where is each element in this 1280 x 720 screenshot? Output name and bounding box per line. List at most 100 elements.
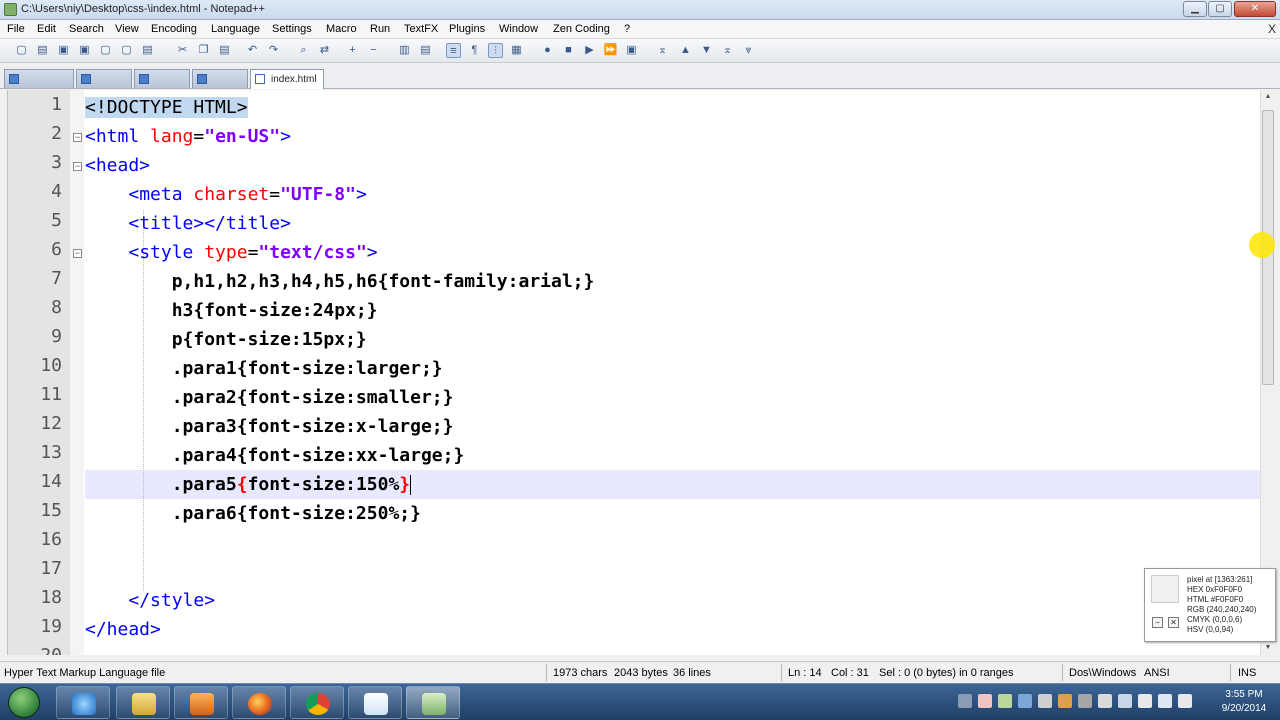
action-center-icon[interactable] [1118,694,1132,708]
volume-icon[interactable] [1178,694,1192,708]
menu-search[interactable]: Search [69,23,104,35]
menu-window[interactable]: Window [499,23,538,35]
textfx-icon-3[interactable]: ⩔ [741,43,756,58]
paste-icon[interactable]: ▤ [217,43,232,58]
sync-v-icon[interactable]: ▥ [397,43,412,58]
sync-h-icon[interactable]: ▤ [418,43,433,58]
menu-settings[interactable]: Settings [272,23,312,35]
close-all-icon[interactable]: ▢ [119,43,134,58]
code-editor[interactable]: 1 2 3 4 5 6 7 8 9 10 11 12 13 14 15 16 1… [7,90,1260,655]
taskbar-notepadpp[interactable] [406,686,460,719]
tab-document-2[interactable] [76,69,132,88]
status-bar: Hyper Text Markup Language file 1973 cha… [0,661,1280,683]
tray-app-icon[interactable] [1098,694,1112,708]
token: p,h1,h2,h3,h4,h5,h6{font-family:arial;} [171,271,595,292]
maximize-button[interactable]: ▢ [1208,1,1232,17]
system-clock[interactable]: 3:55 PM 9/20/2014 [1212,688,1276,716]
menu-help[interactable]: ? [624,23,630,35]
scroll-up-icon[interactable]: ▲ [1262,90,1274,104]
minimize-panel-icon[interactable]: − [1152,617,1163,628]
textfx-icon-2[interactable]: ⌅ [720,43,735,58]
stop-macro-icon[interactable]: ■ [561,43,576,58]
save-all-icon[interactable]: ▣ [77,43,92,58]
save-macro-icon[interactable]: ▣ [624,43,639,58]
tab-document-3[interactable] [134,69,190,88]
fold-toggle-html[interactable]: − [73,133,82,142]
network-icon[interactable] [1158,694,1172,708]
code-line-15: .para6{font-size:250%;} [85,499,421,528]
textfx-icon-1[interactable]: ⌅ [655,43,670,58]
print-icon[interactable]: ▤ [140,43,155,58]
zoom-in-icon[interactable]: + [345,43,360,58]
tray-app-icon[interactable] [978,694,992,708]
scroll-down-icon[interactable]: ▼ [1262,641,1274,655]
new-file-icon[interactable]: ▢ [14,43,29,58]
taskbar-chrome[interactable] [290,686,344,719]
token: > [280,126,291,147]
close-panel-icon[interactable]: ✕ [1168,617,1179,628]
menu-file[interactable]: File [7,23,25,35]
play-macro-icon[interactable]: ▶ [582,43,597,58]
tab-document-1[interactable] [4,69,74,88]
menu-zen-coding[interactable]: Zen Coding [553,23,610,35]
zoom-out-icon[interactable]: − [366,43,381,58]
undo-icon[interactable]: ↶ [245,43,260,58]
menu-encoding[interactable]: Encoding [151,23,197,35]
replace-icon[interactable]: ⇄ [317,43,332,58]
tray-up-arrow-icon[interactable] [958,694,972,708]
up-arrow-icon[interactable]: ▲ [678,43,693,58]
redo-icon[interactable]: ↷ [266,43,281,58]
notepadpp-app-icon[interactable] [4,3,17,16]
status-separator [546,664,547,681]
taskbar-app-cursor[interactable] [348,686,402,719]
menu-run[interactable]: Run [370,23,390,35]
word-wrap-icon[interactable]: ≡ [446,43,461,58]
code-line-18: </style> [85,586,215,615]
token: = [247,242,259,263]
menu-plugins[interactable]: Plugins [449,23,485,35]
find-icon[interactable]: ⌕ [296,43,311,58]
open-file-icon[interactable]: ▤ [35,43,50,58]
menu-view[interactable]: View [115,23,139,35]
start-button[interactable] [8,687,40,718]
taskbar-ie[interactable] [56,686,110,719]
taskbar-media-player[interactable] [174,686,228,719]
file-encoding: ANSI [1144,667,1170,679]
tab-index-html[interactable]: index.html [250,69,324,89]
close-document-icon[interactable]: X [1268,22,1276,36]
file-icon [197,74,207,84]
window-title: C:\Users\niy\Desktop\css-\index.html - N… [21,3,265,15]
taskbar-explorer[interactable] [116,686,170,719]
record-macro-icon[interactable]: ● [540,43,555,58]
save-icon[interactable]: ▣ [56,43,71,58]
taskbar-firefox[interactable] [232,686,286,719]
tray-app-icon[interactable] [1078,694,1092,708]
battery-icon[interactable] [1138,694,1152,708]
color-swatch [1151,575,1179,603]
menu-edit[interactable]: Edit [37,23,56,35]
menu-textfx[interactable]: TextFX [404,23,438,35]
fold-toggle-style[interactable]: − [73,249,82,258]
copy-icon[interactable]: ❐ [196,43,211,58]
down-arrow-icon[interactable]: ▼ [699,43,714,58]
minimize-button[interactable]: ▁ [1183,1,1207,17]
insert-mode: INS [1238,667,1257,679]
tray-app-icon[interactable] [1038,694,1052,708]
tray-app-icon[interactable] [1058,694,1072,708]
line-number: 4 [51,181,62,202]
menu-macro[interactable]: Macro [326,23,357,35]
tray-app-icon[interactable] [998,694,1012,708]
tab-document-4[interactable] [192,69,248,88]
indent-guide-icon[interactable]: ⫶ [488,43,503,58]
close-window-button[interactable]: ✕ [1234,1,1276,17]
close-file-icon[interactable]: ▢ [98,43,113,58]
run-macro-multiple-icon[interactable]: ⏩ [603,43,618,58]
udl-icon[interactable]: ▦ [509,43,524,58]
menu-language[interactable]: Language [211,23,260,35]
cut-icon[interactable]: ✂ [175,43,190,58]
fold-toggle-head[interactable]: − [73,162,82,171]
bluetooth-icon[interactable] [1018,694,1032,708]
byte-count: 2043 bytes [614,667,668,679]
show-all-chars-icon[interactable]: ¶ [467,43,482,58]
